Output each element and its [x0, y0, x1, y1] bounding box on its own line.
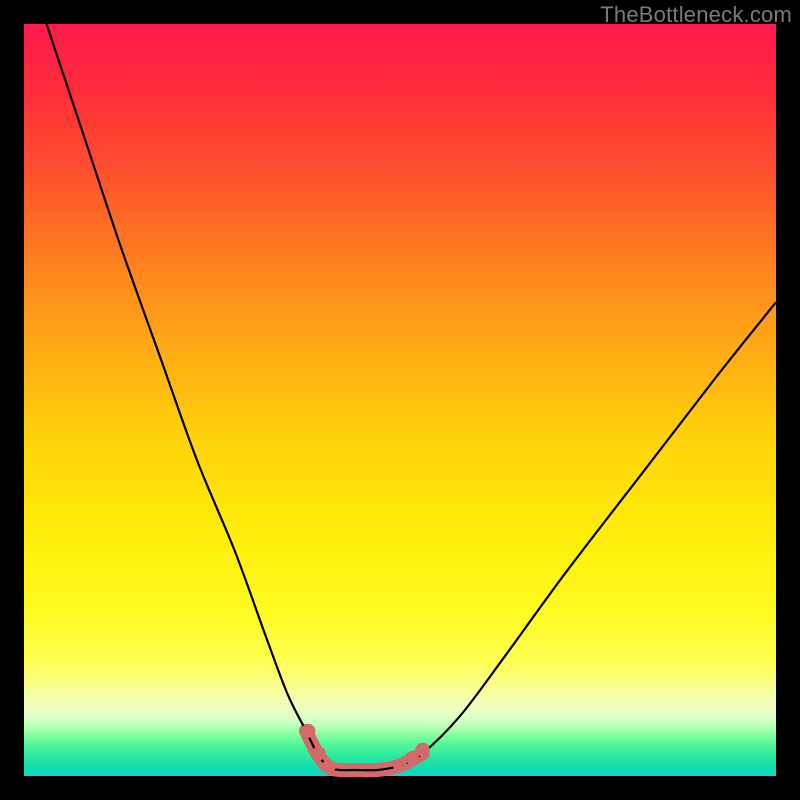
watermark-text: TheBottleneck.com — [600, 2, 792, 28]
curve-layer — [47, 24, 776, 770]
highlight-marker — [322, 760, 336, 774]
chart-frame: TheBottleneck.com — [0, 0, 800, 800]
highlight-marker — [301, 724, 315, 738]
series-bottleneck-curve — [47, 24, 776, 770]
chart-svg — [24, 24, 776, 776]
highlight-marker — [416, 743, 430, 757]
highlight-marker — [393, 758, 407, 772]
highlight-marker — [312, 746, 326, 760]
plot-area — [24, 24, 776, 776]
